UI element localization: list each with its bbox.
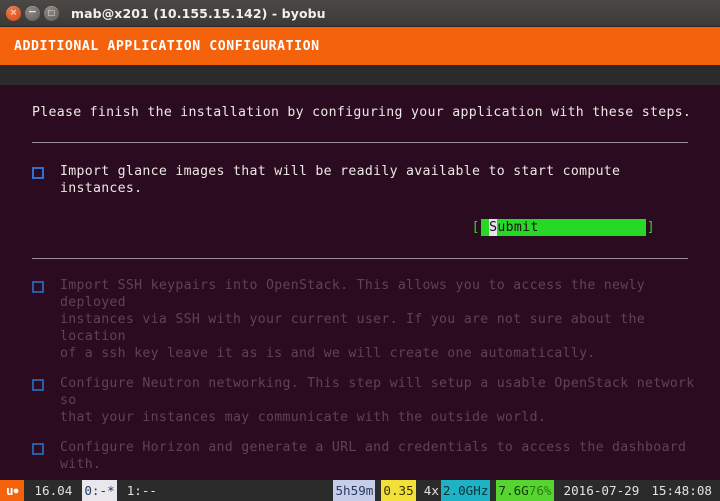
memory-percent: 76%: [528, 483, 552, 498]
task-item-horizon-dashboard[interactable]: Configure Horizon and generate a URL and…: [32, 439, 704, 473]
task-label-neutron-networking: Configure Neutron networking. This step …: [60, 376, 695, 425]
window-title: mab@x201 (10.155.15.142) - byobu: [71, 5, 326, 21]
submit-button-row: [ Submit ]: [16, 219, 704, 236]
release-version: 16.04: [34, 483, 73, 498]
tmux-window-1[interactable]: 1:--: [125, 480, 159, 501]
submit-close-bracket: ]: [645, 219, 656, 236]
cpu-count-label: 4x: [423, 483, 439, 498]
task-item-neutron-networking[interactable]: Configure Neutron networking. This step …: [32, 375, 704, 426]
task-label-horizon-dashboard: Configure Horizon and generate a URL and…: [60, 440, 687, 472]
window-titlebar: × − □ mab@x201 (10.155.15.142) - byobu: [0, 0, 720, 27]
submit-open-bracket: [: [470, 219, 481, 236]
terminal-viewport[interactable]: ADDITIONAL APPLICATION CONFIGURATION Ple…: [0, 27, 720, 501]
checkbox-horizon-dashboard[interactable]: [32, 443, 44, 455]
uptime-indicator: 5h59m: [333, 480, 376, 501]
close-icon: ×: [9, 7, 18, 18]
task-label-glance-images: Import glance images that will be readil…: [60, 164, 629, 196]
task-label-ssh-keypairs: Import SSH keypairs into OpenStack. This…: [60, 278, 646, 361]
dialog-content: Please finish the installation by config…: [0, 105, 720, 473]
window-controls: × − □: [6, 4, 59, 21]
header-spacer: [0, 65, 720, 85]
task-item-ssh-keypairs[interactable]: Import SSH keypairs into OpenStack. This…: [32, 277, 704, 362]
status-bar-right: 5h59m 0.35 4x 2.0GHz 7.6G 76% 2016-07-29 …: [333, 480, 720, 501]
memory-indicator: 7.6G 76%: [496, 480, 554, 501]
minimize-window-button[interactable]: −: [25, 4, 40, 21]
divider-top: [32, 142, 688, 143]
terminal-window: × − □ mab@x201 (10.155.15.142) - byobu A…: [0, 0, 720, 501]
memory-size: 7.6G: [498, 483, 529, 498]
maximize-icon: □: [47, 8, 56, 17]
submit-trailing-space: [538, 219, 646, 236]
submit-label: ubmit: [497, 219, 539, 236]
status-date: 2016-07-29: [563, 483, 640, 498]
submit-cursor: S: [489, 219, 498, 236]
tmux-window-0[interactable]: 0:-*: [82, 480, 117, 501]
ubuntu-logo-dot: ●: [13, 486, 19, 495]
byobu-status-bar: u ● 16.04 0:-* 1:-- 5h59m 0.35 4x 2.0GHz …: [0, 480, 720, 501]
checkbox-glance-images[interactable]: [32, 167, 44, 179]
task-item-glance-images[interactable]: Import glance images that will be readil…: [32, 163, 704, 197]
submit-lead-space: [480, 219, 490, 236]
cpu-frequency-indicator: 2.0GHz: [440, 480, 491, 501]
minimize-icon: −: [27, 4, 38, 18]
submit-button[interactable]: [ Submit ]: [470, 219, 656, 236]
ubuntu-logo-icon: u ●: [0, 480, 25, 501]
status-bar-left: u ● 16.04 0:-* 1:--: [0, 480, 159, 501]
ubuntu-logo-letter: u: [6, 483, 14, 498]
divider-bottom: [32, 258, 688, 259]
intro-text: Please finish the installation by config…: [32, 105, 692, 120]
close-window-button[interactable]: ×: [6, 5, 21, 21]
checkbox-ssh-keypairs[interactable]: [32, 281, 44, 293]
status-time: 15:48:08: [651, 483, 712, 498]
load-average-indicator: 0.35: [381, 480, 416, 501]
checkbox-neutron-networking[interactable]: [32, 379, 44, 391]
app-header-title: ADDITIONAL APPLICATION CONFIGURATION: [0, 27, 720, 65]
maximize-window-button[interactable]: □: [44, 5, 59, 21]
